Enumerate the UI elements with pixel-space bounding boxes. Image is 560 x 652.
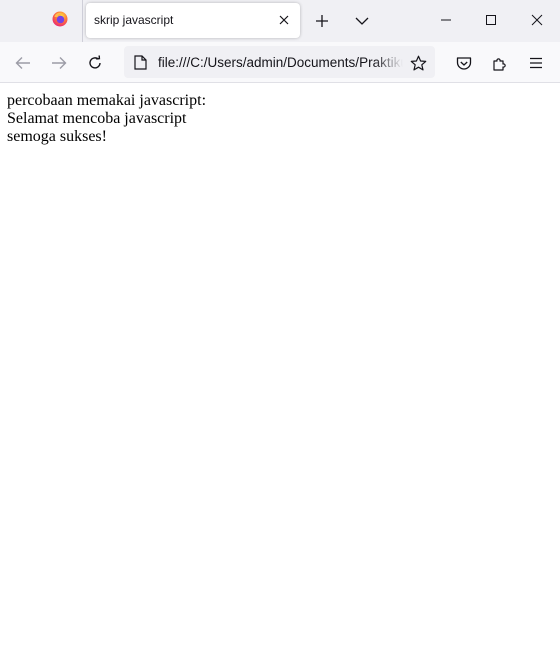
list-all-tabs-button[interactable]: [352, 11, 372, 31]
extensions-button[interactable]: [489, 52, 511, 74]
address-bar[interactable]: file:///C:/Users/admin/Documents/Praktik…: [124, 46, 435, 78]
page-info-button[interactable]: [132, 54, 148, 70]
chevron-down-icon: [355, 17, 369, 25]
navigation-toolbar: file:///C:/Users/admin/Documents/Praktik…: [0, 42, 560, 83]
arrow-left-icon: [15, 57, 30, 69]
pocket-button[interactable]: [453, 52, 475, 74]
reload-button[interactable]: [84, 52, 106, 74]
close-icon: [279, 15, 289, 25]
reload-icon: [89, 55, 101, 69]
minimize-icon: [441, 19, 451, 21]
close-icon: [531, 14, 543, 26]
firefox-view-button[interactable]: [40, 6, 80, 36]
forward-button[interactable]: [48, 52, 70, 74]
document-icon: [133, 54, 147, 70]
page-content: percobaan memakai javascript: Selamat me…: [0, 84, 560, 652]
window-minimize-button[interactable]: [436, 10, 456, 30]
arrow-right-icon: [52, 57, 67, 69]
bookmark-button[interactable]: [408, 53, 428, 73]
star-icon: [410, 55, 426, 70]
firefox-logo-icon: [52, 11, 68, 32]
window-maximize-button[interactable]: [481, 10, 501, 30]
application-menu-button[interactable]: [525, 52, 547, 74]
tab-active[interactable]: skrip javascript: [86, 3, 300, 38]
maximize-icon: [486, 15, 496, 25]
url-text[interactable]: file:///C:/Users/admin/Documents/Praktik…: [158, 55, 403, 70]
pocket-icon: [456, 56, 472, 70]
tab-bar: skrip javascript: [0, 0, 560, 42]
puzzle-icon: [493, 58, 506, 71]
plus-icon: [316, 15, 328, 27]
page-text-line: Selamat mencoba javascript: [7, 110, 187, 127]
page-text-line: semoga sukses!: [7, 128, 107, 145]
tab-separator: [82, 0, 83, 42]
new-tab-button[interactable]: [312, 11, 332, 31]
window-close-button[interactable]: [527, 10, 547, 30]
tab-close-button[interactable]: [276, 12, 292, 28]
back-button[interactable]: [12, 52, 34, 74]
hamburger-menu-icon: [530, 57, 542, 69]
tab-title: skrip javascript: [94, 13, 174, 27]
page-text-line: percobaan memakai javascript:: [7, 92, 207, 109]
